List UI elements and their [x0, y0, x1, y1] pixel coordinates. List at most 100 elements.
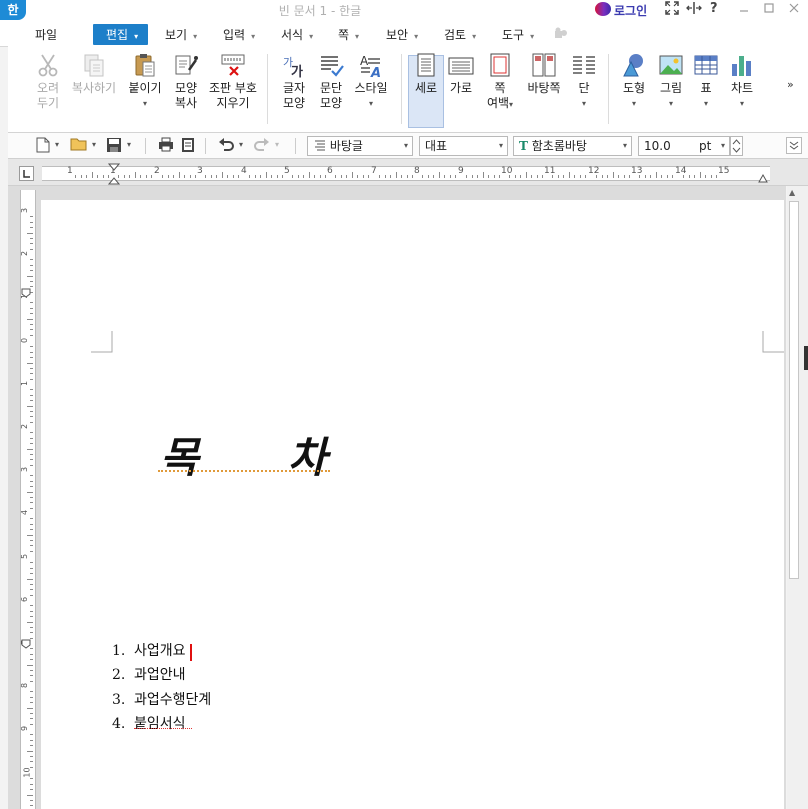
toc-item[interactable]: 1. 사업개요 — [112, 640, 186, 660]
para-shape-button[interactable]: 문단 모양 — [313, 52, 349, 111]
fullscreen-icon[interactable] — [665, 1, 679, 19]
scroll-up-icon[interactable]: ▲ — [789, 188, 795, 197]
ruler-tick — [30, 265, 33, 266]
menu-security[interactable]: 보안 ▾ — [386, 25, 418, 45]
close-button[interactable] — [783, 1, 805, 19]
ruler-tick — [30, 379, 33, 380]
scrollbar-thumb[interactable] — [789, 201, 799, 579]
ruler-tick — [30, 761, 33, 762]
chart-button[interactable]: 차트 ▾ — [724, 52, 760, 111]
columns-button[interactable]: 단 ▾ — [566, 52, 602, 111]
cut-button[interactable]: 오려 두기 — [30, 52, 66, 111]
menu-insert[interactable]: 입력 ▾ — [223, 25, 255, 45]
save-icon[interactable] — [106, 137, 122, 157]
page-margin-button[interactable]: 쪽 여백▾ — [482, 52, 518, 112]
login-avatar-icon[interactable] — [595, 2, 611, 16]
ruler-tick — [552, 175, 553, 178]
ruler-tick — [255, 175, 256, 178]
ruler-tick — [30, 432, 33, 433]
format-painter-button[interactable]: 모양 복사 — [168, 52, 204, 111]
ruler-number: 1 — [20, 380, 30, 387]
vertical-ruler[interactable] — [20, 190, 36, 809]
menu-view[interactable]: 보기 ▾ — [165, 25, 197, 45]
ruler-tick — [396, 172, 397, 178]
ruler-tick — [30, 352, 33, 353]
vertical-margin-marker-icon[interactable] — [21, 287, 31, 301]
svg-text:가: 가 — [291, 65, 303, 78]
document-title-char[interactable]: 차 — [288, 424, 327, 485]
svg-text:A: A — [370, 66, 381, 78]
ruler-tick — [618, 175, 619, 178]
horizontal-ruler[interactable] — [42, 166, 770, 181]
language-select[interactable]: 대표 ▾ — [419, 136, 508, 156]
right-indent-marker-icon[interactable] — [758, 172, 768, 186]
landscape-button[interactable]: 가로 — [444, 52, 478, 96]
paste-button[interactable]: 붙이기 ▾ — [125, 52, 165, 111]
width-fit-icon[interactable] — [686, 1, 702, 19]
ruler-tick — [407, 175, 408, 178]
style-button[interactable]: AA 스타일 ▾ — [351, 52, 391, 111]
char-shape-button[interactable]: 가가 글자 모양 — [276, 52, 312, 111]
ruler-tick — [30, 584, 33, 585]
menu-review[interactable]: 검토 ▾ — [444, 25, 476, 45]
toc-item[interactable]: 4. 붙임서식 — [112, 713, 186, 733]
svg-text:A: A — [360, 54, 369, 68]
print-icon[interactable] — [158, 137, 174, 156]
ruler-number: 3 — [20, 207, 30, 214]
document-title-char[interactable]: 목 — [160, 424, 199, 485]
login-link[interactable]: 로그인 — [614, 2, 647, 19]
puzzle-icon[interactable] — [553, 27, 569, 44]
copy-button[interactable]: 복사하기 — [70, 52, 118, 96]
menu-page[interactable]: 쪽 ▾ — [338, 25, 359, 45]
ruler-tick — [30, 632, 33, 633]
style-select[interactable]: 바탕글 ▾ — [307, 136, 413, 156]
ruler-tick — [146, 175, 147, 178]
ruler-tick — [515, 175, 516, 178]
help-icon[interactable]: ? — [710, 1, 718, 16]
shape-button[interactable]: 도형 ▾ — [616, 52, 652, 111]
ruler-tick — [135, 172, 136, 178]
ruler-tick — [444, 175, 445, 178]
new-document-icon[interactable] — [36, 137, 50, 157]
ruler-tick — [450, 175, 451, 178]
font-size-spinner[interactable] — [730, 136, 743, 156]
ruler-tick — [30, 335, 33, 336]
ruler-number: 9 — [458, 166, 464, 176]
toc-item[interactable]: 2. 과업안내 — [112, 664, 186, 684]
print-preview-icon[interactable] — [181, 137, 195, 157]
menu-format[interactable]: 서식 ▾ — [281, 25, 313, 45]
font-select[interactable]: T 함초롬바탕 ▾ — [513, 136, 632, 156]
clear-marks-button[interactable]: 조판 부호 지우기 — [207, 52, 259, 111]
ruler-tick — [412, 175, 413, 178]
redo-icon[interactable] — [254, 137, 270, 155]
menu-tools[interactable]: 도구 ▾ — [502, 25, 534, 45]
toc-item[interactable]: 3. 과업수행단계 — [112, 689, 211, 709]
ruler-tick — [30, 243, 33, 244]
picture-button[interactable]: 그림 ▾ — [653, 52, 689, 111]
ruler-tick — [30, 545, 33, 546]
open-folder-icon[interactable] — [70, 137, 88, 155]
indent-marker-icon[interactable] — [107, 163, 121, 188]
menu-file[interactable]: 파일 — [35, 25, 57, 45]
ruler-tick — [385, 175, 386, 178]
font-size-select[interactable]: 10.0 pt ▾ — [638, 136, 730, 156]
ruler-tick — [30, 249, 33, 250]
ruler-tick — [184, 175, 185, 178]
clear-marks-icon — [221, 54, 245, 76]
ruler-tick — [30, 800, 33, 801]
toolbar-collapse-button[interactable] — [786, 137, 802, 154]
master-page-button[interactable]: 바탕쪽 — [522, 52, 566, 96]
vertical-bottom-marker-icon[interactable] — [21, 638, 31, 652]
table-icon — [694, 55, 718, 75]
minimize-button[interactable] — [733, 1, 755, 19]
maximize-button[interactable] — [758, 1, 780, 19]
menu-edit[interactable]: 편집 ▾ — [106, 25, 138, 45]
undo-icon[interactable] — [218, 137, 234, 155]
ruler-tick — [30, 227, 33, 228]
ruler-tick — [563, 175, 564, 178]
portrait-button[interactable]: 세로 — [408, 52, 444, 96]
tab-type-selector[interactable] — [19, 166, 34, 181]
ribbon-expand-button[interactable]: » — [787, 78, 794, 91]
ruler-tick — [292, 175, 293, 178]
table-button[interactable]: 표 ▾ — [690, 52, 722, 111]
